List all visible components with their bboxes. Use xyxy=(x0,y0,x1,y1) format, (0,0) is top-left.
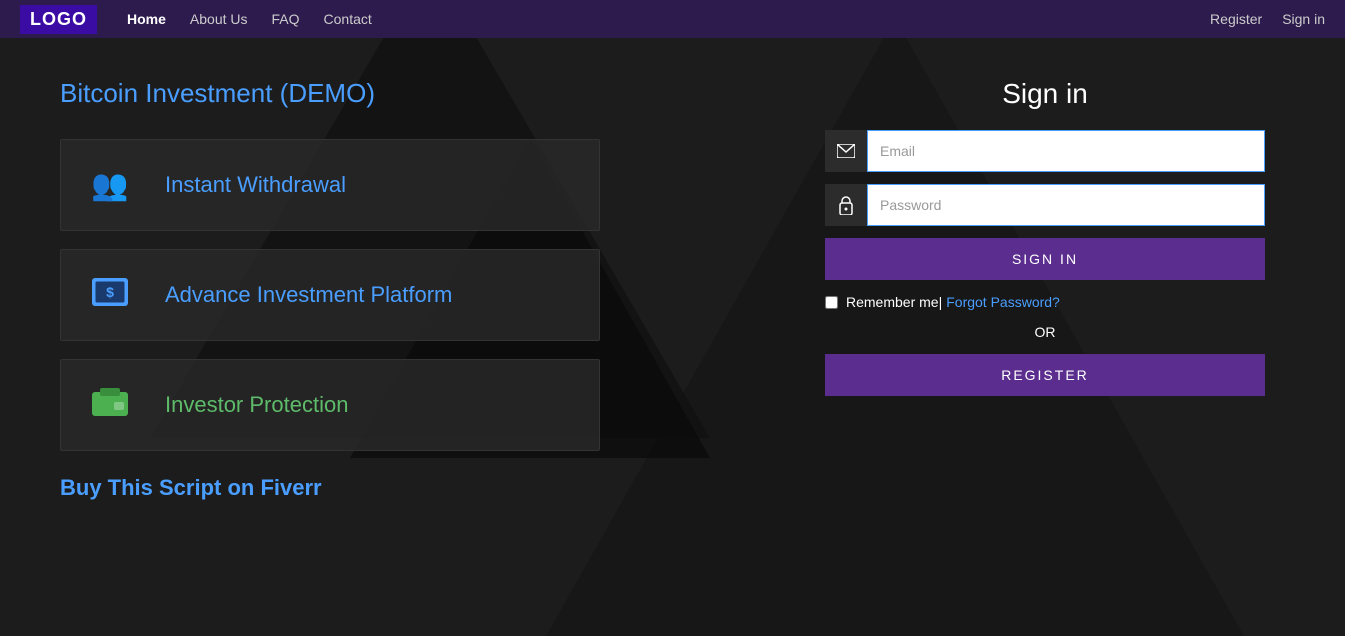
buy-text: Buy This Script on xyxy=(60,475,260,500)
forgot-password-link[interactable]: Forgot Password? xyxy=(946,294,1060,310)
feature-label-advance-investment: Advance Investment Platform xyxy=(165,282,452,308)
email-input-group xyxy=(825,130,1265,172)
logo[interactable]: LOGO xyxy=(20,5,97,34)
fiverr-link[interactable]: Fiverr xyxy=(260,475,321,500)
nav-faq[interactable]: FAQ xyxy=(272,11,300,27)
signin-title: Sign in xyxy=(1002,78,1088,110)
nav-home[interactable]: Home xyxy=(127,11,166,27)
signin-section: Sign in SIGN IN xyxy=(805,68,1285,606)
password-input-group xyxy=(825,184,1265,226)
hero-title: Bitcoin Investment (DEMO) xyxy=(60,78,765,109)
buy-section: Buy This Script on Fiverr xyxy=(60,475,765,501)
users-icon: 👥 xyxy=(85,160,135,210)
remember-checkbox[interactable] xyxy=(825,296,838,309)
feature-card-instant-withdrawal: 👥 Instant Withdrawal xyxy=(60,139,600,231)
remember-label: Remember me xyxy=(846,294,939,310)
remember-row: Remember me | Forgot Password? xyxy=(825,294,1265,310)
lock-icon xyxy=(825,184,867,226)
navbar-right: Register Sign in xyxy=(1210,11,1325,27)
left-section: Bitcoin Investment (DEMO) 👥 Instant With… xyxy=(60,68,805,606)
or-divider: OR xyxy=(1035,324,1056,340)
nav-signin[interactable]: Sign in xyxy=(1282,11,1325,27)
nav-links: Home About Us FAQ Contact xyxy=(127,11,1210,27)
email-icon xyxy=(825,130,867,172)
dollar-icon: $ xyxy=(85,270,135,320)
feature-card-investor-protection: Investor Protection xyxy=(60,359,600,451)
email-field[interactable] xyxy=(867,130,1265,172)
feature-label-instant-withdrawal: Instant Withdrawal xyxy=(165,172,346,198)
svg-text:$: $ xyxy=(106,284,114,300)
register-button[interactable]: REGISTER xyxy=(825,354,1265,396)
wallet-icon xyxy=(85,380,135,430)
nav-contact[interactable]: Contact xyxy=(324,11,372,27)
navbar: LOGO Home About Us FAQ Contact Register … xyxy=(0,0,1345,38)
nav-about[interactable]: About Us xyxy=(190,11,248,27)
password-field[interactable] xyxy=(867,184,1265,226)
main-content: Bitcoin Investment (DEMO) 👥 Instant With… xyxy=(0,38,1345,636)
signin-button[interactable]: SIGN IN xyxy=(825,238,1265,280)
feature-label-investor-protection: Investor Protection xyxy=(165,392,348,418)
feature-card-advance-investment: $ Advance Investment Platform xyxy=(60,249,600,341)
nav-register[interactable]: Register xyxy=(1210,11,1262,27)
